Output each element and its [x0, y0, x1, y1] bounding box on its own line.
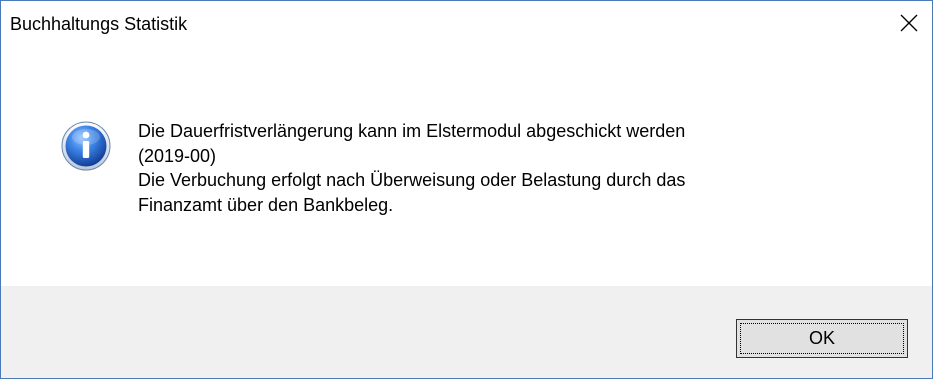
ok-button-label: OK: [808, 328, 835, 348]
window-title: Buchhaltungs Statistik: [10, 14, 188, 34]
message-line: Die Dauerfristverlängerung kann im Elste…: [138, 121, 686, 141]
info-icon: [61, 121, 111, 171]
message-line: Finanzamt über den Bankbeleg.: [138, 194, 394, 215]
dialog-content: Die Dauerfristverlängerung kann im Elste…: [1, 45, 932, 286]
title-bar: Buchhaltungs Statistik: [1, 1, 932, 45]
message-text: Die Dauerfristverlängerung kann im Elste…: [138, 119, 898, 217]
ok-button[interactable]: OK: [736, 319, 908, 358]
message-line: Die Verbuchung erfolgt nach Überweisung …: [138, 170, 686, 190]
message-line: (2019-00): [138, 145, 217, 166]
close-icon: [900, 14, 918, 32]
close-button[interactable]: [886, 1, 932, 45]
button-bar: OK: [1, 286, 932, 378]
message-dialog: Buchhaltungs Statistik Die Dauerfristver…: [0, 0, 933, 379]
